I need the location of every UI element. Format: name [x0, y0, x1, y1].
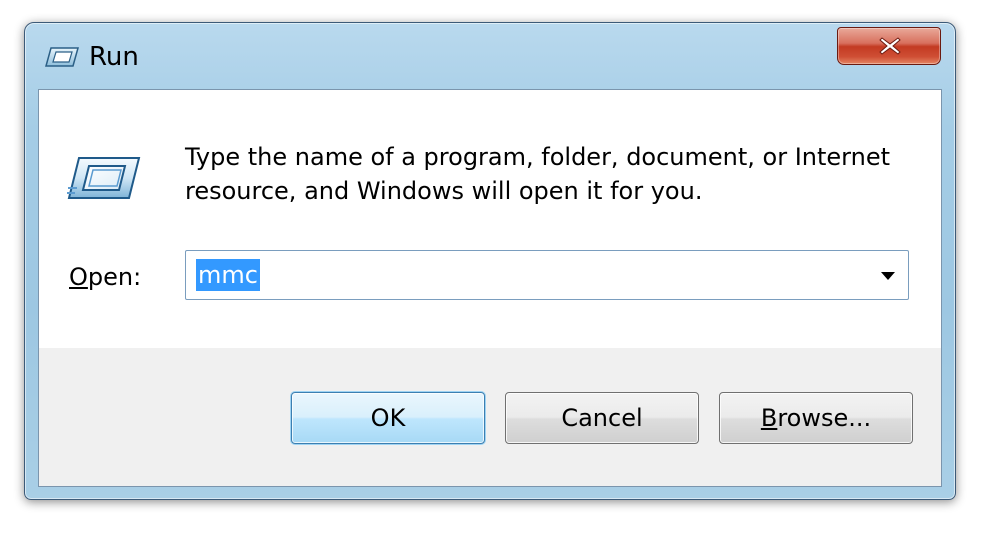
close-icon	[879, 37, 901, 55]
open-label: Open:	[69, 260, 141, 294]
browse-mnemonic: B	[760, 404, 778, 432]
dialog-client-area: Type the name of a program, folder, docu…	[38, 89, 942, 487]
dialog-description: Type the name of a program, folder, docu…	[185, 143, 891, 205]
open-label-mnemonic: O	[69, 263, 88, 291]
open-combobox[interactable]: mmc	[185, 250, 909, 300]
chevron-down-icon[interactable]	[878, 268, 898, 282]
run-dialog-window: Run Type the name of a program, folder, …	[24, 22, 956, 500]
open-label-text: pen:	[87, 263, 142, 291]
window-title: Run	[89, 42, 139, 72]
run-program-icon	[67, 156, 141, 200]
dialog-content: Type the name of a program, folder, docu…	[39, 90, 941, 348]
cancel-button[interactable]: Cancel	[505, 392, 699, 444]
browse-label-text: rowse...	[777, 404, 872, 432]
button-bar: OK Cancel Browse...	[39, 348, 941, 486]
ok-button[interactable]: OK	[291, 392, 485, 444]
title-bar[interactable]: Run	[25, 23, 955, 89]
close-button[interactable]	[837, 27, 941, 65]
open-input[interactable]: mmc	[196, 259, 260, 291]
browse-button[interactable]: Browse...	[719, 392, 913, 444]
run-icon	[45, 47, 79, 67]
